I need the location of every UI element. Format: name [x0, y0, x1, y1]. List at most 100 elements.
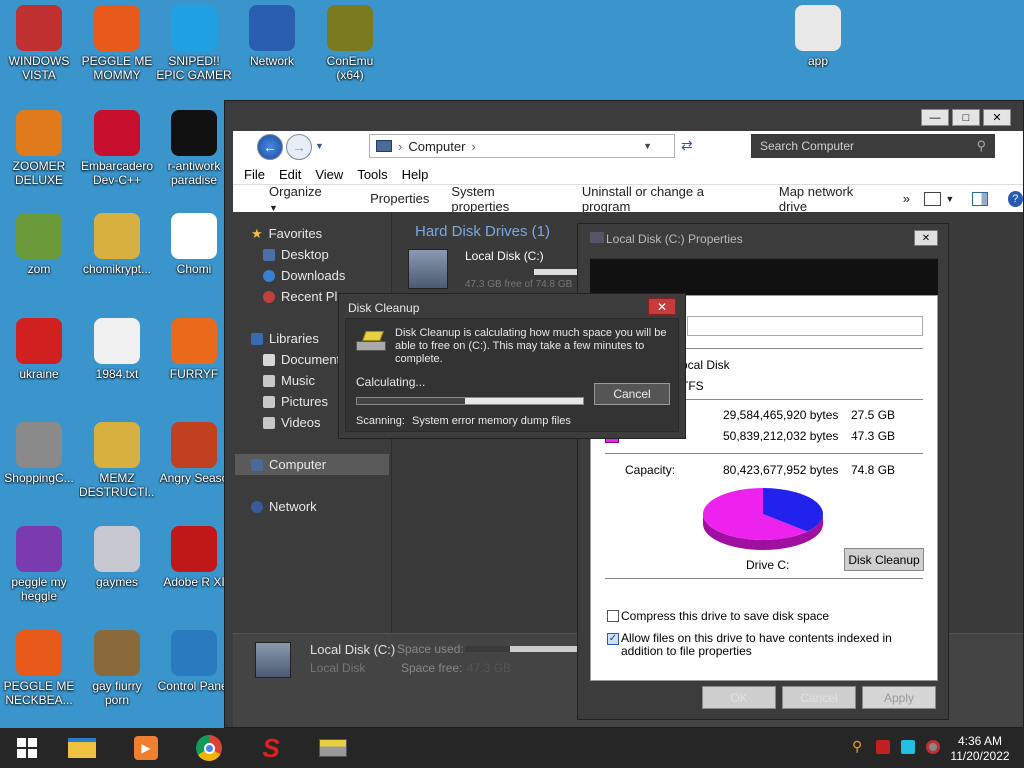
desktop-folder-icon	[263, 248, 275, 261]
taskbar-disk-cleanup[interactable]	[318, 734, 348, 762]
desktop-icon-label: app	[807, 54, 829, 68]
star-icon: ★	[251, 225, 263, 241]
cleanup-cancel-button[interactable]: Cancel	[594, 383, 670, 405]
desktop-icon[interactable]: gay fiurry porn	[79, 630, 155, 707]
tray-record-icon[interactable]	[926, 740, 940, 754]
taskbar-s-app[interactable]: S	[256, 733, 286, 763]
drive-type-value: ocal Disk	[681, 358, 730, 372]
desktop-icon[interactable]: SNIPED!! EPIC GAMER 360...	[156, 5, 232, 82]
desktop-icon[interactable]: gaymes	[79, 526, 155, 589]
disk-cleanup-button[interactable]: Disk Cleanup	[844, 548, 924, 571]
desktop-icon[interactable]: zom	[1, 213, 77, 276]
desktop-icon[interactable]: ShoppingC...	[1, 422, 77, 485]
history-dropdown-icon[interactable]: ▼	[315, 141, 324, 151]
address-dropdown-icon[interactable]: ▼	[643, 141, 652, 151]
app-icon	[795, 5, 841, 51]
search-icon[interactable]: ⚲	[976, 138, 986, 154]
cleanup-progress-bar	[356, 397, 584, 405]
nav-documents-label: Document	[281, 352, 341, 367]
properties-tab-strip[interactable]	[590, 258, 938, 296]
preview-pane-icon[interactable]	[972, 191, 988, 206]
desktop-icon[interactable]: ukraine	[1, 318, 77, 381]
address-row: ← → ▼ › Computer › ▼ ⇄ Search Computer ⚲	[233, 131, 1023, 164]
nav-desktop-label: Desktop	[281, 247, 329, 262]
cleanup-progress-fill	[357, 398, 466, 404]
uninstall-button[interactable]: Uninstall or change a program	[582, 184, 749, 214]
view-dropdown-icon[interactable]: ▼	[945, 194, 954, 204]
taskbar-media-player[interactable]: ▶	[131, 734, 161, 762]
cancel-button[interactable]: Cancel	[782, 686, 856, 709]
desktop-icon[interactable]: Embarcadero Dev-C++	[79, 110, 155, 187]
menu-help[interactable]: Help	[402, 167, 429, 182]
desktop-icon[interactable]: r-antiwork paradise	[156, 110, 232, 187]
breadcrumb-computer[interactable]: Computer	[408, 139, 465, 154]
desktop-icon[interactable]: Control Panel	[156, 630, 232, 693]
desktop-icon[interactable]: peggle my heggle	[1, 526, 77, 603]
close-button[interactable]: ✕	[983, 109, 1011, 126]
view-options-icon[interactable]	[923, 191, 942, 206]
nav-recent-label: Recent Pla	[281, 289, 345, 304]
taskbar-file-explorer[interactable]	[67, 734, 97, 762]
desktop-icon[interactable]: ConEmu (x64)	[312, 5, 388, 82]
refresh-icon[interactable]: ⇄	[681, 137, 693, 154]
system-properties-button[interactable]: System properties	[451, 184, 551, 214]
compress-checkbox[interactable]	[607, 610, 619, 622]
desktop-icon[interactable]: PEGGLE ME MOMMY	[79, 5, 155, 82]
taskbar-chrome[interactable]	[194, 734, 224, 762]
search-input[interactable]: Search Computer ⚲	[751, 134, 995, 158]
index-checkbox[interactable]: ✓	[607, 633, 619, 645]
vista-orb-icon	[16, 5, 62, 51]
menu-file[interactable]: File	[244, 167, 265, 182]
menu-edit[interactable]: Edit	[279, 167, 301, 182]
menu-view[interactable]: View	[315, 167, 343, 182]
desktop-icon[interactable]: 1984.txt	[79, 318, 155, 381]
clock[interactable]: 4:36 AM 11/20/2022	[950, 734, 1010, 764]
desktop-icon[interactable]: chomikrypt...	[79, 213, 155, 276]
desktop-icon[interactable]: PEGGLE ME NECKBEA...	[1, 630, 77, 707]
volume-label-input[interactable]	[687, 316, 923, 336]
desktop-icon[interactable]: Adobe R XI	[156, 526, 232, 589]
desktop-icon[interactable]: Angry Seaso	[156, 422, 232, 485]
back-button[interactable]: ←	[257, 134, 283, 160]
properties-close-button[interactable]: ✕	[914, 230, 938, 246]
desktop-icon[interactable]: Chomi	[156, 213, 232, 276]
divider	[605, 578, 923, 579]
properties-button[interactable]: Properties	[370, 191, 429, 206]
ok-button[interactable]: OK	[702, 686, 776, 709]
chrome-icon	[196, 735, 222, 761]
maximize-button[interactable]: □	[952, 109, 980, 126]
nav-favorites[interactable]: ★ Favorites	[251, 223, 409, 244]
address-bar[interactable]: › Computer › ▼	[369, 134, 675, 158]
organize-button[interactable]: Organize ▼	[251, 184, 348, 214]
desktop-icon[interactable]: MEMZ DESTRUCTI...	[79, 422, 155, 499]
firefox-icon	[171, 318, 217, 364]
desktop-icon[interactable]: WINDOWS VISTA	[1, 5, 77, 82]
desktop-icon-label: ConEmu (x64)	[326, 54, 374, 82]
nav-network[interactable]: Network	[251, 496, 409, 517]
start-button[interactable]	[12, 734, 42, 762]
forward-button[interactable]: →	[286, 134, 312, 160]
desktop-icon[interactable]: ZOOMER DELUXE	[1, 110, 77, 187]
desktop-icon[interactable]: app	[780, 5, 856, 68]
tray-app-icon[interactable]	[876, 740, 890, 754]
space-free-label: Space free:	[401, 661, 463, 675]
search-tray-icon[interactable]: ⚲	[852, 738, 866, 754]
desktop-icon-label: gay fiurry porn	[92, 679, 142, 707]
cleanup-close-button[interactable]: ✕	[648, 298, 676, 315]
desktop-icon[interactable]: Network	[234, 5, 310, 68]
help-icon[interactable]: ?	[1007, 190, 1023, 207]
drive-tile[interactable]: Local Disk (C:) 47.3 GB free of 74.8 GB	[408, 247, 588, 293]
minimize-button[interactable]: —	[921, 109, 949, 126]
map-drive-button[interactable]: Map network drive	[779, 184, 881, 214]
more-commands-button[interactable]: »	[903, 191, 910, 206]
apply-button[interactable]: Apply	[862, 686, 936, 709]
group-header[interactable]: Hard Disk Drives (1)	[415, 223, 550, 240]
tray-display-icon[interactable]	[901, 740, 915, 754]
disk-cleanup-dialog[interactable]: Disk Cleanup ✕ Disk Cleanup is calculati…	[338, 293, 686, 439]
chevron-down-icon: ▼	[269, 202, 278, 213]
space-used-bar	[465, 646, 577, 652]
conemu-icon	[327, 5, 373, 51]
nav-computer[interactable]: Computer	[235, 454, 389, 475]
menu-tools[interactable]: Tools	[357, 167, 387, 182]
desktop-icon[interactable]: FURRYF	[156, 318, 232, 381]
